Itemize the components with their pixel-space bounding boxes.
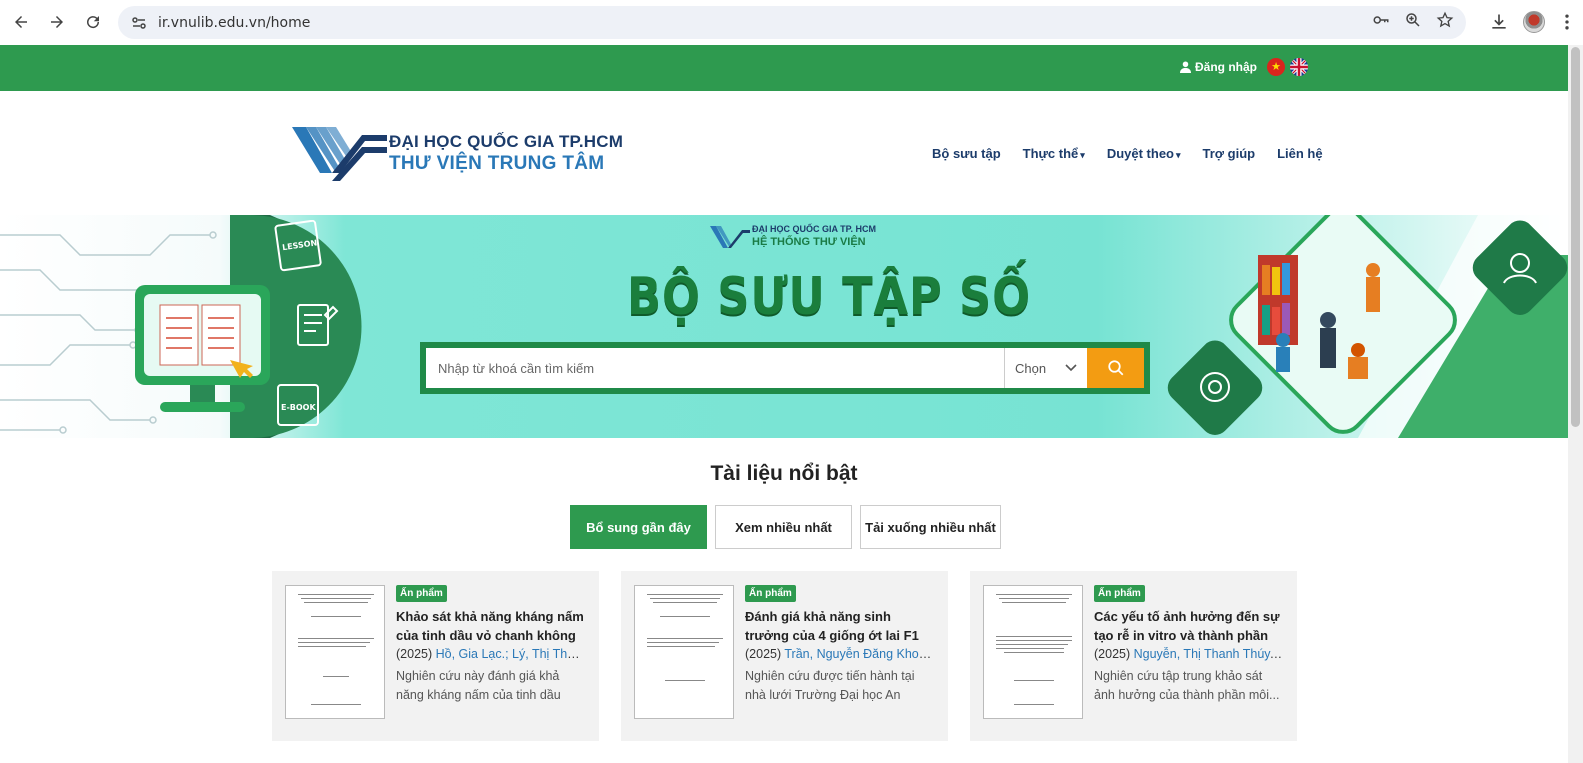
logo-line1: ĐẠI HỌC QUỐC GIA TP.HCM <box>389 132 624 151</box>
forward-icon[interactable] <box>42 7 72 37</box>
tab-most-downloaded[interactable]: Tải xuống nhiều nhất <box>860 505 1001 549</box>
address-bar[interactable]: ir.vnulib.edu.vn/home <box>118 6 1466 39</box>
card-year: (2025) <box>396 647 433 661</box>
document-thumbnail[interactable] <box>634 585 734 719</box>
card-year: (2025) <box>1094 647 1131 661</box>
monitor-book-illustration <box>135 285 270 412</box>
banner-small-logo-icon <box>710 226 750 248</box>
search-bar: Chọn <box>420 342 1150 394</box>
card-title[interactable]: Khảo sát khả năng kháng nấm của tinh dầu… <box>396 607 586 645</box>
back-icon[interactable] <box>6 7 36 37</box>
more-menu-icon[interactable] <box>1559 12 1575 37</box>
search-button[interactable] <box>1087 348 1144 388</box>
zoom-icon[interactable] <box>1404 11 1422 34</box>
search-input[interactable] <box>426 348 1004 388</box>
login-link[interactable]: Đăng nhập <box>1180 60 1257 74</box>
user-icon <box>1180 61 1191 73</box>
logo-line2: THƯ VIỆN TRUNG TÂM <box>389 153 605 174</box>
card-description: Nghiên cứu được tiến hành tại nhà lưới T… <box>745 669 915 702</box>
banner-title: BỘ SƯU TẬP SỐ <box>627 267 1031 327</box>
login-label: Đăng nhập <box>1195 60 1257 74</box>
reload-icon[interactable] <box>78 7 108 37</box>
featured-card[interactable]: Ấn phẩm Đánh giá khả năng sinh trưởng củ… <box>621 571 948 741</box>
card-authors[interactable]: Trần, Nguyễn Đăng Khoa.... <box>784 647 935 661</box>
banner-right-illustration <box>1167 215 1568 438</box>
page-scrollbar[interactable] <box>1568 45 1583 763</box>
menu-browse[interactable]: Duyệt theo <box>1107 146 1181 161</box>
card-title[interactable]: Đánh giá khả năng sinh trưởng của 4 giốn… <box>745 607 935 645</box>
logo-mark-icon <box>292 127 387 181</box>
card-description: Nghiên cứu tập trung khảo sát ảnh hưởng … <box>1094 669 1280 702</box>
search-icon <box>1107 360 1123 376</box>
tab-most-viewed[interactable]: Xem nhiều nhất <box>715 505 852 549</box>
banner-subtitle-line2: HỆ THỐNG THƯ VIỆN <box>752 236 866 248</box>
document-thumbnail[interactable] <box>983 585 1083 719</box>
chevron-down-icon <box>1065 364 1077 372</box>
menu-contact[interactable]: Liên hệ <box>1277 146 1323 161</box>
menu-entities[interactable]: Thực thể <box>1023 146 1085 161</box>
card-title[interactable]: Các yếu tố ảnh hưởng đến sự tạo rễ in vi… <box>1094 607 1284 645</box>
card-meta: (2025) Hồ, Gia Lạc.; Lý, Thị Than... <box>396 647 586 661</box>
svg-text:E-BOOK: E-BOOK <box>281 403 316 412</box>
featured-card[interactable]: Ấn phẩm Khảo sát khả năng kháng nấm của … <box>272 571 599 741</box>
password-key-icon[interactable] <box>1372 11 1390 34</box>
featured-card-list: Ấn phẩm Khảo sát khả năng kháng nấm của … <box>272 571 1297 741</box>
search-scope-value: Chọn <box>1015 360 1047 376</box>
document-thumbnail[interactable] <box>285 585 385 719</box>
publication-badge: Ấn phẩm <box>745 585 796 602</box>
lesson-ebook-icons: LESSON E-BOOK <box>274 220 339 426</box>
browser-toolbar: ir.vnulib.edu.vn/home <box>0 0 1583 45</box>
main-menu: Bộ sưu tập Thực thể Duyệt theo Trợ giúp … <box>932 146 1323 161</box>
card-authors[interactable]: Nguyễn, Thị Thanh Thúy.;... <box>1134 647 1284 661</box>
publication-badge: Ấn phẩm <box>1094 585 1145 602</box>
menu-collections[interactable]: Bộ sưu tập <box>932 146 1001 161</box>
svg-text:LESSON: LESSON <box>282 238 318 252</box>
card-meta: (2025) Trần, Nguyễn Đăng Khoa.... <box>745 647 935 661</box>
search-scope-select[interactable]: Chọn <box>1004 348 1087 388</box>
download-icon[interactable] <box>1489 12 1509 37</box>
english-flag-icon[interactable] <box>1290 58 1308 76</box>
bookmark-star-icon[interactable] <box>1436 11 1454 34</box>
site-settings-icon[interactable] <box>126 15 152 31</box>
card-year: (2025) <box>745 647 782 661</box>
menu-help[interactable]: Trợ giúp <box>1203 146 1256 161</box>
top-utility-bar: Đăng nhập ★ <box>0 45 1568 91</box>
banner-subtitle-line1: ĐẠI HỌC QUỐC GIA TP. HCM <box>752 224 877 234</box>
vietnamese-flag-icon[interactable]: ★ <box>1267 58 1285 76</box>
featured-section-title: Tài liệu nổi bật <box>710 462 858 485</box>
card-description: Nghiên cứu này đánh giá khả năng kháng n… <box>396 669 561 702</box>
publication-badge: Ấn phẩm <box>396 585 447 602</box>
url-text: ir.vnulib.edu.vn/home <box>158 14 311 31</box>
tab-recently-added[interactable]: Bổ sung gần đây <box>570 505 707 549</box>
featured-card[interactable]: Ấn phẩm Các yếu tố ảnh hưởng đến sự tạo … <box>970 571 1297 741</box>
featured-tabs: Bổ sung gần đây Xem nhiều nhất Tải xuống… <box>570 505 1001 549</box>
card-meta: (2025) Nguyễn, Thị Thanh Thúy.;... <box>1094 647 1284 661</box>
card-authors[interactable]: Hồ, Gia Lạc.; Lý, Thị Than... <box>436 647 586 661</box>
profile-avatar[interactable] <box>1523 11 1545 33</box>
